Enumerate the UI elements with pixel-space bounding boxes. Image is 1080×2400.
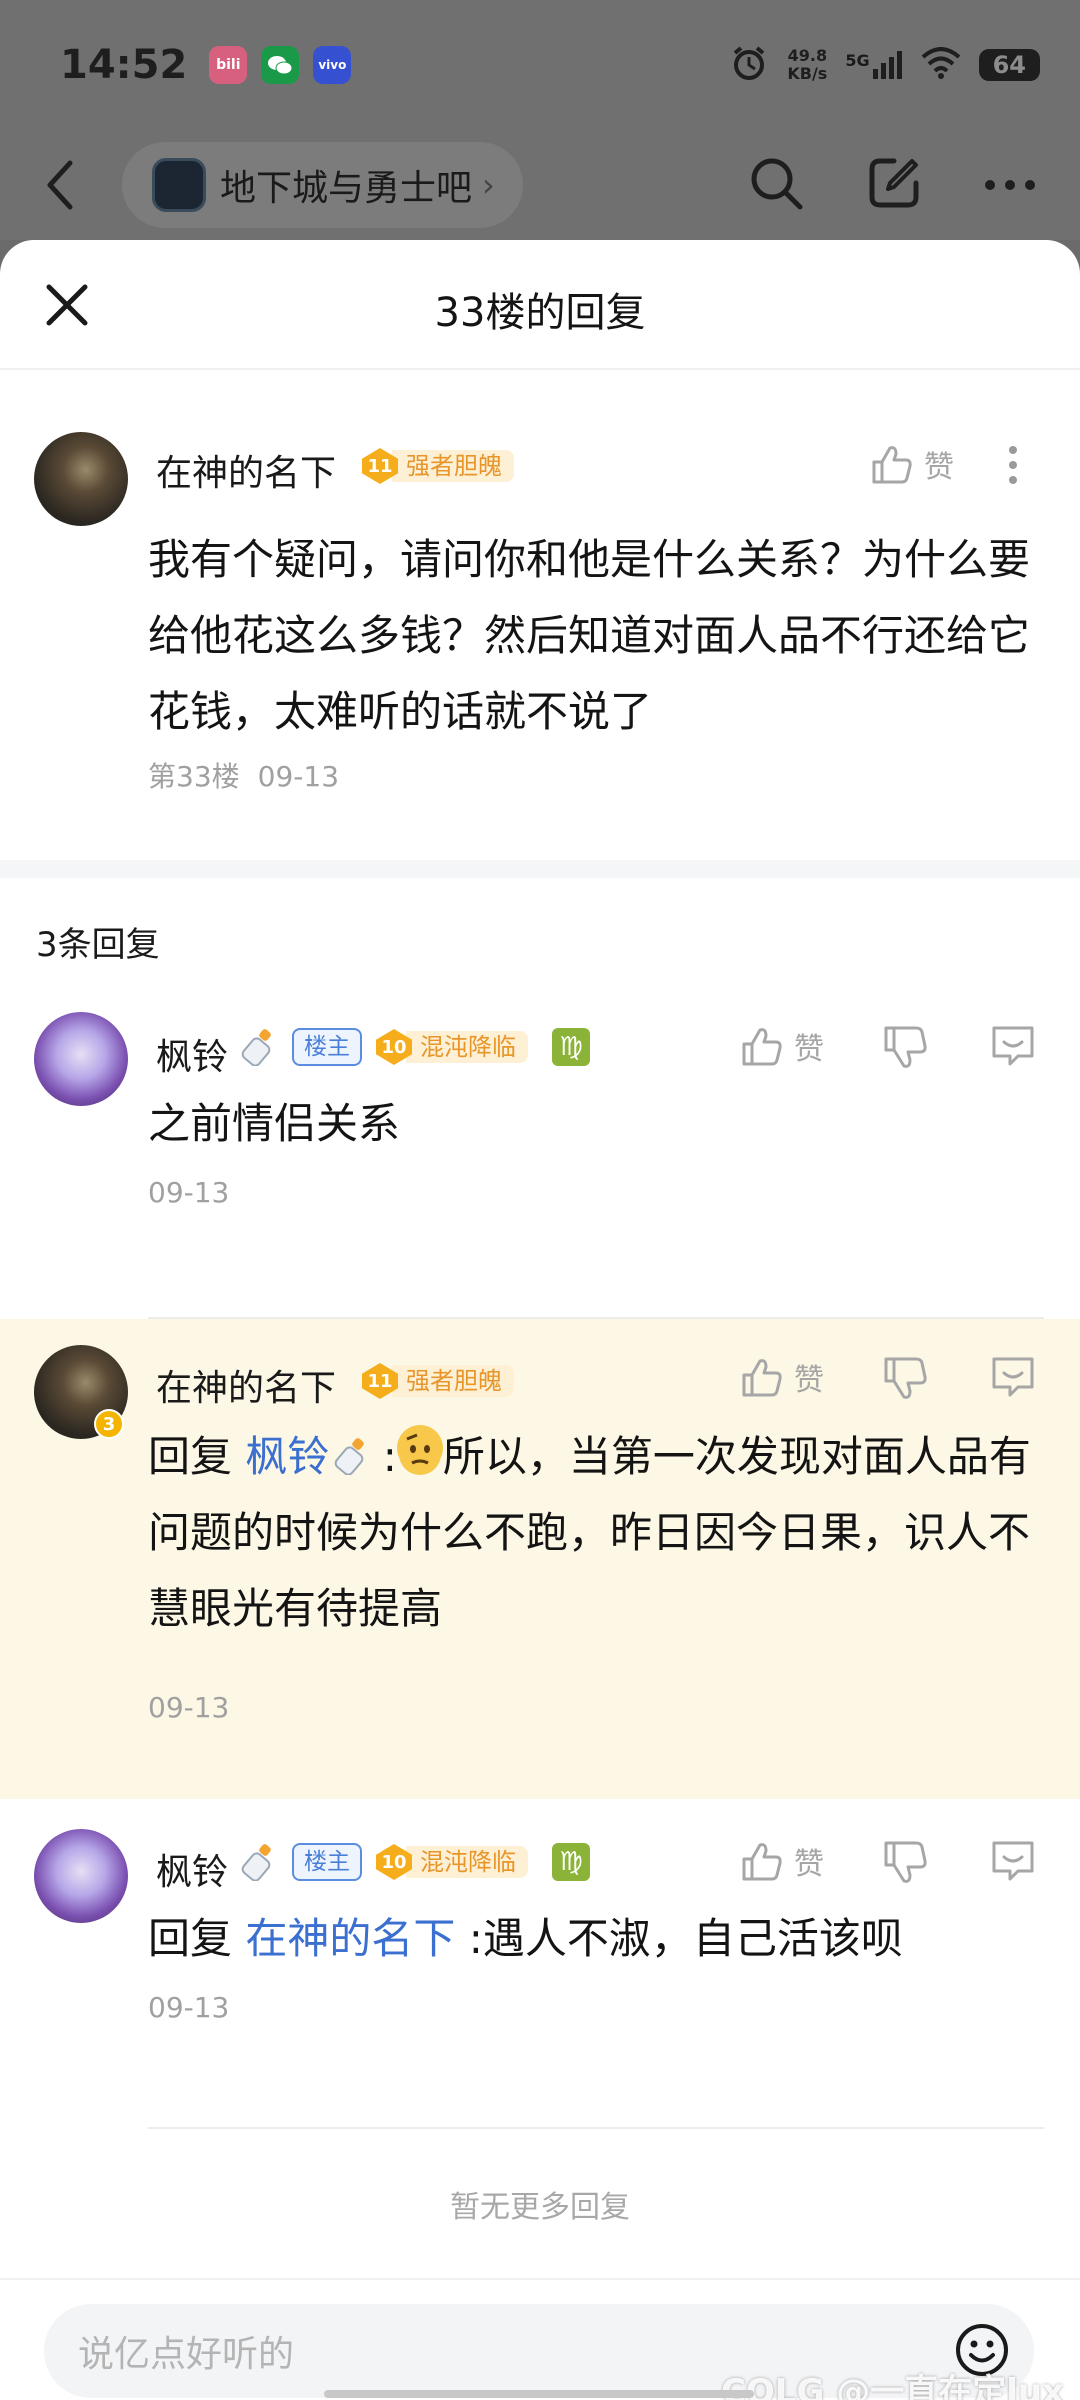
- sheet-header: 33楼的回复: [0, 240, 1080, 370]
- forum-name: 地下城与勇士吧: [220, 168, 473, 209]
- main-post: 在神的名下 11 强者胆魄 赞 我有个疑问，请问你和他是什么关系？为什么要给他花…: [0, 370, 1080, 860]
- reply-date: 09-13: [148, 1176, 230, 1209]
- like-button[interactable]: 赞: [740, 1024, 824, 1068]
- bilibili-icon: bili: [209, 46, 248, 84]
- thumbs-up-icon: [742, 1843, 782, 1881]
- section-divider: [0, 860, 1080, 878]
- post-content: 我有个疑问，请问你和他是什么关系？为什么要给他花这么多钱？然后知道对面人品不行还…: [148, 535, 1031, 736]
- level-badge: 11 强者胆魄: [362, 448, 514, 484]
- level-badge: 10 混沌降临: [376, 1844, 528, 1880]
- notification-app-icons: bili vivo: [209, 46, 352, 84]
- avatar[interactable]: [34, 432, 128, 526]
- like-button[interactable]: 赞: [740, 1355, 824, 1399]
- back-button[interactable]: [44, 155, 84, 215]
- reply-date: 09-13: [148, 1991, 230, 2024]
- avatar-badge: 3: [94, 1409, 124, 1439]
- reply-item: 枫铃 楼主 10 混沌降临 ♍ 赞 回复 在神的名下 :遇人不淑，自己活该呗 0…: [0, 1799, 1080, 2129]
- username[interactable]: 枫铃: [156, 1843, 228, 1895]
- owner-tag: 楼主: [292, 1028, 362, 1066]
- level-badge: 11 强者胆魄: [362, 1363, 514, 1399]
- alarm-icon: [729, 43, 769, 87]
- no-more-replies: 暂无更多回复: [450, 2190, 630, 2225]
- sheet-title: 33楼的回复: [434, 290, 646, 336]
- thinking-emoji-icon: [396, 1425, 443, 1475]
- avatar[interactable]: [34, 1829, 128, 1923]
- dislike-icon[interactable]: [880, 1353, 930, 1403]
- thumbs-up-icon: [742, 1359, 782, 1397]
- more-options-icon[interactable]: [988, 440, 1038, 490]
- avatar[interactable]: [34, 1012, 128, 1106]
- reply-item: 枫铃 楼主 10 混沌降临 ♍ 赞 之前情侣关系 09-13: [0, 1004, 1080, 1319]
- baby-bottle-icon: [241, 1844, 271, 1881]
- username[interactable]: 在神的名下: [156, 1359, 336, 1411]
- status-bar: 14:52 bili vivo 49.8 KB/s 5G 64: [0, 0, 1080, 130]
- more-icon[interactable]: [984, 176, 1036, 195]
- mention-link[interactable]: 枫铃: [245, 1432, 329, 1481]
- edit-icon[interactable]: [866, 155, 922, 215]
- username[interactable]: 枫铃: [156, 1028, 228, 1080]
- like-button[interactable]: 赞: [740, 1839, 824, 1883]
- username[interactable]: 在神的名下: [156, 444, 336, 496]
- reply-sheet: 33楼的回复 在神的名下 11 强者胆魄 赞 我有个疑问，请问你和他是什么关系？…: [0, 240, 1080, 2400]
- row-divider: [148, 2127, 1044, 2129]
- zodiac-badge: ♍: [552, 1028, 590, 1066]
- dislike-icon[interactable]: [880, 1022, 930, 1072]
- chevron-right-icon: ›: [482, 166, 495, 204]
- vivo-icon: vivo: [313, 46, 352, 84]
- network-speed: 49.8 KB/s: [787, 46, 828, 83]
- thumbs-up-icon: [872, 446, 912, 484]
- forum-chip[interactable]: 地下城与勇士吧 ›: [122, 142, 523, 228]
- signal-icon: 5G: [845, 51, 902, 79]
- comment-icon[interactable]: [988, 1353, 1038, 1403]
- baby-bottle-icon: [241, 1029, 271, 1066]
- comment-icon[interactable]: [988, 1837, 1038, 1887]
- reply-item-highlighted: 3 在神的名下 11 强者胆魄 赞 回复 枫铃 : 所以，当第一次发现对面人品有问…: [0, 1319, 1080, 1799]
- thumbs-up-icon: [742, 1028, 782, 1066]
- dislike-icon[interactable]: [880, 1837, 930, 1887]
- mention-link[interactable]: 在神的名下: [245, 1914, 455, 1963]
- battery-indicator: 64: [978, 49, 1040, 81]
- watermark: COLG @一直在定lux: [720, 2372, 1064, 2400]
- floor-number: 第33楼: [148, 760, 240, 793]
- replies-count: 3条回复: [36, 924, 160, 965]
- reply-input-bar: 说亿点好听的 COLG @一直在定lux: [0, 2278, 1080, 2400]
- top-nav-bar: 地下城与勇士吧 ›: [0, 130, 1080, 240]
- baby-bottle-icon: [335, 1438, 365, 1475]
- post-date: 09-13: [257, 760, 340, 793]
- reply-content: 回复 在神的名下 :遇人不淑，自己活该呗: [148, 1914, 903, 1963]
- level-badge: 10 混沌降临: [376, 1029, 528, 1065]
- back-arrow-icon: [47, 160, 73, 210]
- zodiac-badge: ♍: [552, 1843, 590, 1881]
- forum-avatar: [152, 158, 206, 212]
- owner-tag: 楼主: [292, 1843, 362, 1881]
- reply-date: 09-13: [148, 1691, 230, 1724]
- home-indicator[interactable]: [324, 2390, 754, 2398]
- reply-content: 之前情侣关系: [148, 1099, 401, 1148]
- search-icon[interactable]: [748, 155, 804, 215]
- comment-icon[interactable]: [988, 1022, 1038, 1072]
- wechat-icon: [261, 46, 300, 84]
- post-meta: 第33楼 09-13: [148, 755, 339, 795]
- status-time: 14:52: [60, 42, 188, 88]
- like-button[interactable]: 赞: [870, 442, 954, 486]
- wifi-icon: [921, 47, 961, 83]
- reply-content: 回复 枫铃 : 所以，当第一次发现对面人品有问题的时候为什么不跑，昨日因今日果，识…: [148, 1419, 1044, 1647]
